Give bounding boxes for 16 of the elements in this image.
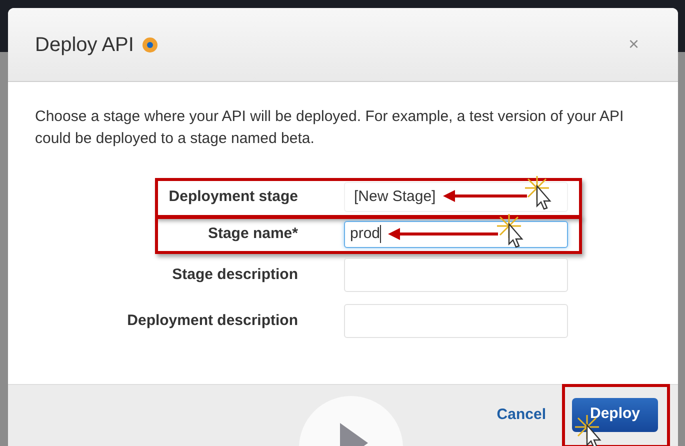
play-icon	[298, 395, 404, 446]
stage-select[interactable]: [New Stage]	[344, 182, 568, 212]
cancel-link[interactable]: Cancel	[496, 404, 546, 427]
info-icon	[142, 36, 158, 52]
deploy-button[interactable]: Deploy	[572, 398, 658, 432]
input-field[interactable]: prod	[344, 220, 568, 248]
text-area[interactable]	[344, 304, 568, 338]
arrow-icon	[388, 228, 498, 240]
field-label: Deployment stage	[168, 186, 298, 207]
field-label: Stage name*	[206, 224, 298, 244]
field-label: Deployment description	[126, 310, 298, 331]
field-label: Stage description	[171, 264, 298, 285]
dialog-description: Choose a stage where your API will be deployed. For example, a test version of your API could be deployed to a stage named beta.	[34, 107, 625, 149]
dialog-title: Deploy API	[35, 32, 134, 58]
arrow-icon	[443, 190, 527, 202]
text-area[interactable]	[344, 258, 568, 292]
